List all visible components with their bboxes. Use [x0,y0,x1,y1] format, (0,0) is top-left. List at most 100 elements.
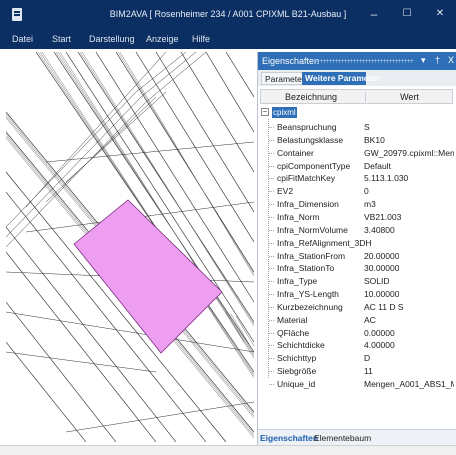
column-bezeichnung[interactable]: Bezeichnung [261,92,361,102]
property-value[interactable]: SOLID [364,276,390,286]
panel-menu-icon[interactable]: ▾ [421,55,426,66]
model-wireframe [6,52,254,442]
tree-branch [269,281,274,283]
property-value[interactable]: 5.113.1.030 [364,173,408,183]
property-value[interactable]: 0.00000 [364,328,395,338]
menu-datei[interactable]: Datei [12,34,33,44]
property-value[interactable]: VB21.003 [364,212,401,222]
property-value[interactable]: AC 11 D S [364,302,404,312]
menu-darstellung[interactable]: Darstellung [89,34,135,44]
property-value[interactable]: 4.00000 [364,340,395,350]
property-row[interactable]: Schichttyp D [258,352,456,365]
property-row[interactable]: Infra_StationFrom 20.00000 [258,250,456,263]
property-name: Material [277,314,308,325]
property-value[interactable]: 3.40800 [364,225,395,235]
property-value[interactable]: AC [364,315,376,325]
panel-title: Eigenschaften [262,56,320,66]
column-wert[interactable]: Wert [365,92,453,102]
property-value[interactable]: S [364,122,370,132]
expander-icon[interactable]: − [261,108,269,116]
tab-weitere-parameter[interactable]: Weitere Parameter [302,72,380,85]
tree-root-label[interactable]: cpixml [272,107,297,118]
property-value[interactable]: D [364,353,370,363]
property-row[interactable]: Infra_StationTo 30.00000 [258,262,456,275]
property-value[interactable]: Default [364,161,391,171]
tree-branch [269,332,274,334]
property-value[interactable]: Mengen_A001_ABS1_M... [364,379,454,389]
property-name: Unique_id [277,379,316,389]
tree-branch [269,127,274,128]
tab-elementebaum[interactable]: Elementebaum [314,433,371,443]
tree-branch [269,178,274,180]
property-row[interactable]: EV2 0 [258,185,456,198]
property-value[interactable]: 10.00000 [364,289,399,299]
property-row[interactable]: Infra_Dimension m3 [258,198,456,211]
tree-branch [269,358,274,360]
property-row[interactable]: Infra_Norm VB21.003 [258,211,456,224]
property-row[interactable]: Belastungsklasse BK10 [258,134,456,147]
tree-branch [269,229,274,231]
property-name: Infra_Dimension [277,199,339,210]
property-name: Infra_NormVolume [277,224,348,235]
property-row[interactable]: Infra_RefAlignment_3DHoriz [258,237,456,250]
3d-viewport[interactable] [6,52,254,442]
property-row[interactable]: Infra_YS-Length 10.00000 [258,288,456,301]
close-icon[interactable]: ✕ [428,4,452,24]
property-row[interactable]: Container GW_20979.cpixml::Men... [258,147,456,160]
property-value[interactable]: 30.00000 [364,263,399,273]
minimize-icon[interactable]: – [362,4,386,24]
property-name: Container [277,147,314,158]
maximize-icon[interactable]: ☐ [395,4,419,24]
property-name: Beanspruchung [277,122,337,132]
property-row[interactable]: QFläche 0.00000 [258,327,456,340]
property-name: EV2 [277,186,294,197]
bottom-tabs: Eigenschaften Elementebaum [258,429,456,445]
tree-branch [269,191,274,193]
property-row[interactable]: Beanspruchung S [258,121,456,134]
property-row[interactable]: Schichtdicke 4.00000 [258,339,456,352]
property-value[interactable]: 20.00000 [364,251,399,261]
title-bar: BIM2AVA [ Rosenheimer 234 / A001 CPIXML … [0,0,456,30]
tree-branch [269,216,274,218]
property-name: Schichttyp [277,353,317,364]
tab-eigenschaften[interactable]: Eigenschaften [260,433,318,443]
property-row[interactable]: cpiFitMatchKey 5.113.1.030 [258,172,456,185]
tree-branch [269,319,274,321]
pin-icon[interactable]: † [435,55,440,65]
panel-close-icon[interactable]: X [448,55,454,65]
menu-bar: Datei Start Darstellung Anzeige Hilfe [0,30,456,49]
property-name: Belastungsklasse [277,134,344,145]
property-name: cpiFitMatchKey [277,173,336,184]
tree-branch [269,242,274,244]
tree-branch [269,165,274,167]
property-row[interactable]: cpiComponentType Default [258,160,456,173]
property-row[interactable]: Siebgröße 11 [258,365,456,378]
tree-branch [269,268,274,270]
property-value[interactable]: 11 [364,366,373,376]
menu-start[interactable]: Start [52,34,71,44]
panel-header: Eigenschaften ▾ † X [258,52,456,70]
property-row[interactable]: Material AC [258,314,456,327]
grid-header: Bezeichnung Wert [260,89,453,104]
properties-panel: Eigenschaften ▾ † X Parameter Weitere Pa… [257,52,456,445]
property-name: Infra_StationTo [277,263,335,274]
property-row[interactable]: Infra_NormVolume 3.40800 [258,224,456,237]
property-name: Infra_Type [277,276,318,287]
tree-branch [269,255,274,257]
menu-hilfe[interactable]: Hilfe [192,34,210,44]
property-row[interactable]: Unique_id Mengen_A001_ABS1_M... [258,378,456,391]
property-name: Kurzbezeichnung [277,301,343,312]
menu-anzeige[interactable]: Anzeige [146,34,179,44]
panel-grip[interactable] [314,59,414,63]
property-name: Schichtdicke [277,340,325,351]
tree-branch [269,384,274,385]
property-value[interactable]: 0 [364,186,369,196]
tree-branch [269,345,274,347]
window-title: BIM2AVA [ Rosenheimer 234 / A001 CPIXML … [109,9,347,19]
property-value[interactable]: m3 [364,199,376,209]
property-value[interactable]: GW_20979.cpixml::Men... [364,148,454,158]
property-row[interactable]: Infra_Type SOLID [258,275,456,288]
property-value[interactable]: BK10 [364,135,385,145]
property-name: Infra_Norm [277,211,320,222]
property-row[interactable]: Kurzbezeichnung AC 11 D S [258,301,456,314]
